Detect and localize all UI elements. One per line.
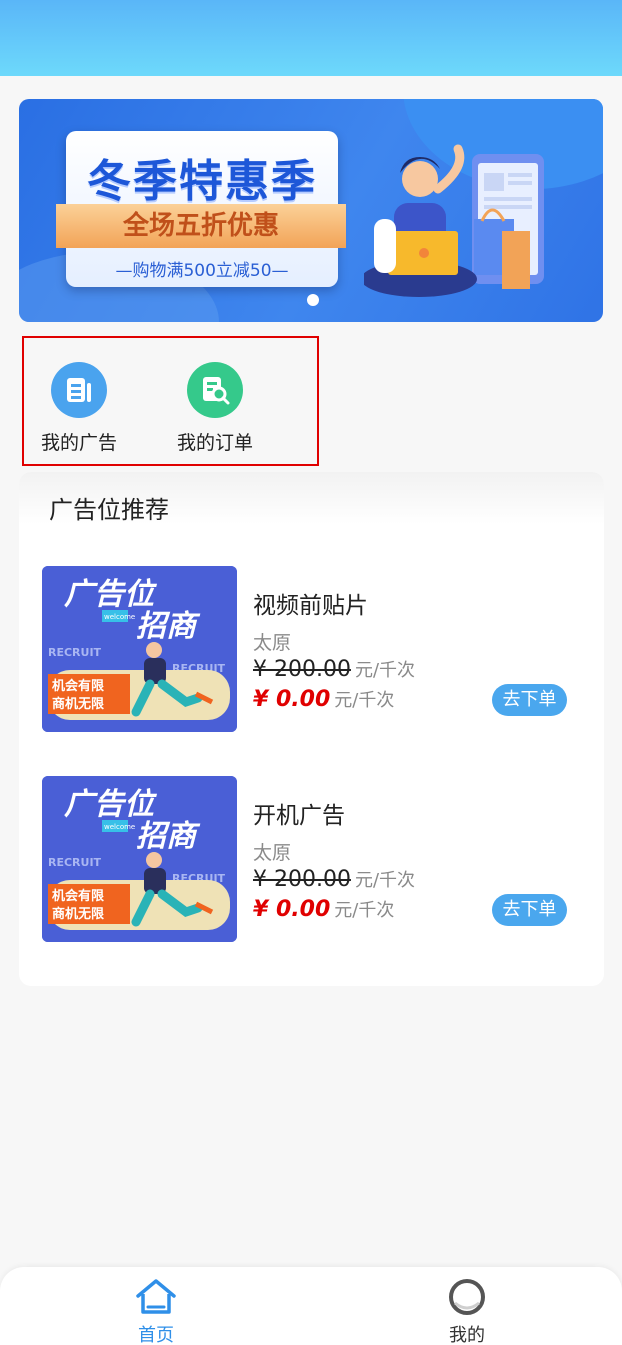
thumb-line1: 广告位	[64, 787, 158, 822]
section-title: 广告位推荐	[49, 496, 169, 524]
current-price: ¥ 0.00	[253, 687, 331, 712]
original-price-row: ¥ 200.00 元/千次	[253, 866, 415, 892]
promo-banner[interactable]: 冬季特惠季 全场五折优惠 —购物满500立减50—	[19, 99, 603, 322]
order-search-icon	[187, 362, 243, 418]
original-price: ¥ 200.00	[253, 657, 351, 682]
ad-name: 开机广告	[253, 803, 345, 829]
thumb-box2: 商机无限	[52, 906, 105, 922]
banner-ribbon: 全场五折优惠	[56, 204, 346, 248]
thumb-line2: 招商	[136, 609, 201, 644]
price-unit: 元/千次	[334, 900, 395, 921]
ad-slot-recommendation-section: 广告位推荐 广告位 招商 welcome RECRUIT RECRUIT 机会有…	[19, 472, 604, 986]
original-price-row: ¥ 200.00 元/千次	[253, 656, 415, 682]
tab-home[interactable]: 首页	[96, 1277, 216, 1345]
thumb-line2: 招商	[136, 819, 201, 854]
place-order-button[interactable]: 去下单	[492, 894, 567, 926]
banner-title: 冬季特惠季	[87, 156, 317, 207]
price-unit: 元/千次	[334, 690, 395, 711]
document-icon	[51, 362, 107, 418]
thumb-box2: 商机无限	[52, 696, 105, 712]
home-icon	[136, 1279, 176, 1314]
price-unit: 元/千次	[354, 660, 416, 681]
tab-label: 首页	[138, 1325, 174, 1345]
banner-subtitle: —购物满500立减50—	[115, 261, 289, 281]
current-price: ¥ 0.00	[253, 897, 331, 922]
carousel-indicator-dot[interactable]	[307, 294, 319, 306]
place-order-button[interactable]: 去下单	[492, 684, 567, 716]
quick-item-my-ads[interactable]: 我的广告	[29, 362, 129, 455]
bottom-tab-bar: 首页 我的	[0, 1267, 622, 1345]
current-price-row: ¥ 0.00 元/千次	[253, 686, 394, 712]
ad-thumbnail: 广告位 招商 welcome RECRUIT RECRUIT 机会有限 商机无限	[42, 566, 237, 732]
ad-city: 太原	[253, 632, 292, 654]
thumb-tag: RECRUIT	[48, 646, 102, 659]
quick-menu: 我的广告 我的订单	[22, 336, 319, 466]
quick-item-label: 我的订单	[176, 432, 253, 454]
quick-item-my-orders[interactable]: 我的订单	[165, 362, 265, 455]
current-price-row: ¥ 0.00 元/千次	[253, 896, 394, 922]
ad-thumbnail: 广告位 招商 welcome RECRUIT RECRUIT 机会有限 商机无限	[42, 776, 237, 942]
price-unit: 元/千次	[354, 870, 416, 891]
ad-name: 视频前贴片	[253, 593, 368, 619]
ad-slot-card[interactable]: 广告位 招商 welcome RECRUIT RECRUIT 机会有限 商机无限…	[42, 566, 587, 732]
quick-item-label: 我的广告	[40, 432, 117, 454]
thumb-badge: welcome	[104, 823, 135, 831]
top-header-bar	[0, 0, 622, 76]
tab-profile[interactable]: 我的	[407, 1277, 527, 1345]
shopping-person-illustration	[364, 144, 544, 297]
profile-icon	[449, 1279, 485, 1315]
thumb-badge: welcome	[104, 613, 135, 621]
thumb-line1: 广告位	[64, 577, 158, 612]
banner-card: 冬季特惠季 全场五折优惠 —购物满500立减50—	[56, 131, 346, 287]
thumb-box1: 机会有限	[52, 888, 105, 904]
ad-city: 太原	[253, 842, 292, 864]
tab-label: 我的	[449, 1325, 485, 1345]
thumb-box1: 机会有限	[52, 678, 105, 694]
thumb-tag: RECRUIT	[48, 856, 102, 869]
original-price: ¥ 200.00	[253, 867, 351, 892]
ad-slot-card[interactable]: 广告位 招商 welcome RECRUIT RECRUIT 机会有限 商机无限…	[42, 776, 587, 942]
